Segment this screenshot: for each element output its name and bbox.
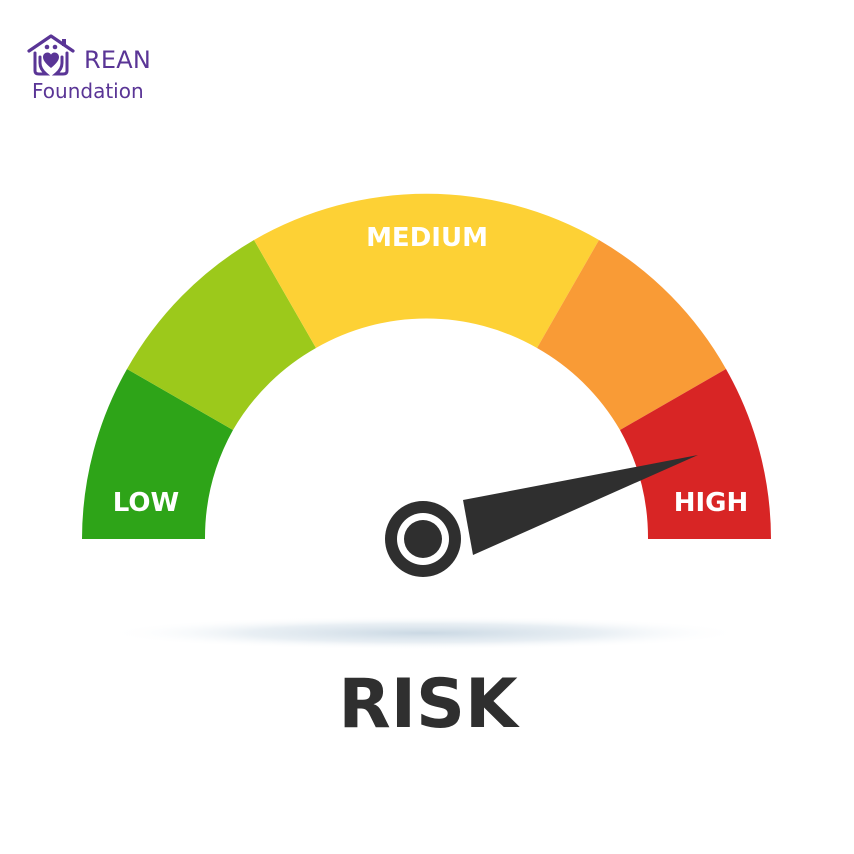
- gauge-shadow: [105, 616, 745, 650]
- label-low: LOW: [113, 488, 179, 518]
- page-title: RISK: [338, 665, 520, 744]
- risk-gauge: LOW MEDIUM HIGH RISK: [82, 193, 771, 744]
- label-medium: MEDIUM: [366, 223, 488, 253]
- gauge-hub-center: [404, 520, 442, 558]
- gauge-zone-medium: [254, 193, 599, 348]
- label-high: HIGH: [674, 488, 749, 518]
